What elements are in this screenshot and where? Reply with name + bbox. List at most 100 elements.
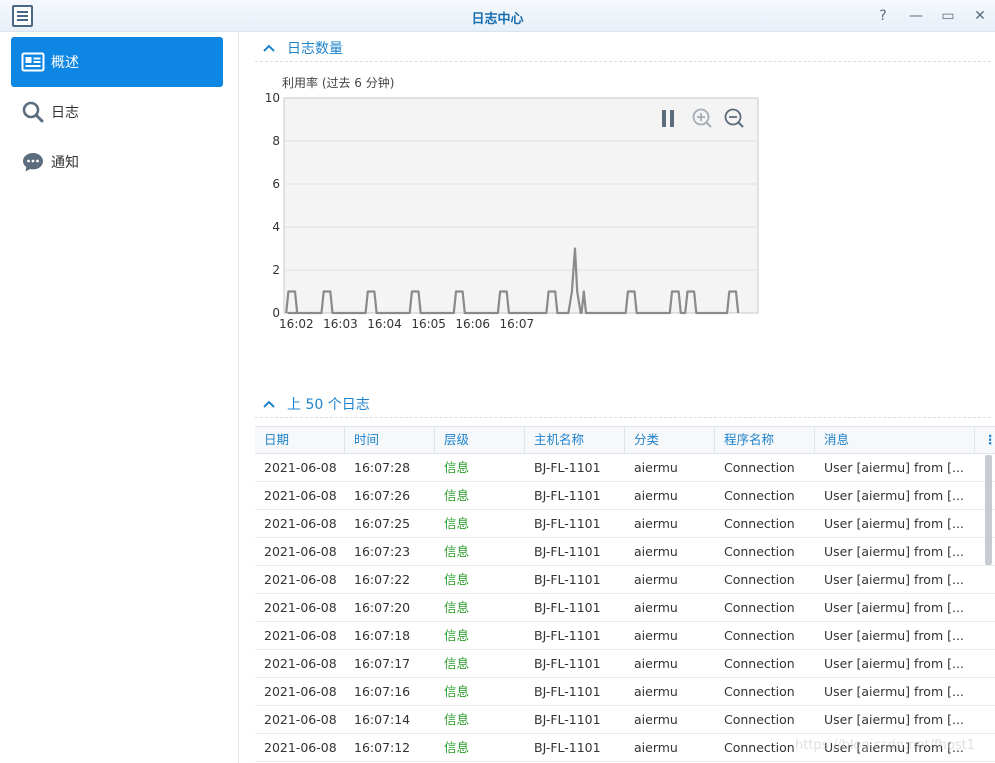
x-tick-label: 16:07 — [500, 317, 535, 331]
cell-date: 2021-06-08 — [264, 516, 337, 531]
close-button[interactable]: ✕ — [970, 6, 990, 26]
cell-level: 信息 — [444, 628, 470, 643]
cell-message: User [aiermu] from [... — [824, 572, 964, 587]
column-header-message[interactable]: 消息 — [815, 427, 975, 453]
cell-category: aiermu — [634, 628, 678, 643]
cell-time: 16:07:18 — [354, 628, 411, 643]
table-row[interactable]: 2021-06-08 16:07:23 信息 BJ-FL-1101 aiermu Conn… — [255, 538, 995, 566]
usage-chart: 0 2 4 6 8 10 16:02 16:03 16:04 16:05 16:06 16:07 — [260, 88, 770, 338]
y-tick-label: 2 — [272, 263, 280, 277]
cell-category: aiermu — [634, 712, 678, 727]
table-row[interactable]: 2021-06-08 16:07:17 信息 BJ-FL-1101 aiermu Conn… — [255, 650, 995, 678]
chart-plot-area — [283, 97, 759, 314]
cell-date: 2021-06-08 — [264, 572, 337, 587]
x-tick-label: 16:02 — [279, 317, 314, 331]
column-header-hostname[interactable]: 主机名称 — [525, 427, 625, 453]
cell-program: Connection — [724, 544, 795, 559]
window-titlebar: 日志中心 ? — ▭ ✕ — [0, 0, 995, 32]
x-tick-label: 16:06 — [455, 317, 490, 331]
cell-category: aiermu — [634, 572, 678, 587]
cell-program: Connection — [724, 488, 795, 503]
sidebar-item-logs[interactable]: 日志 — [11, 87, 223, 137]
cell-hostname: BJ-FL-1101 — [534, 740, 601, 755]
cell-message: User [aiermu] from [... — [824, 488, 964, 503]
cell-date: 2021-06-08 — [264, 656, 337, 671]
cell-category: aiermu — [634, 516, 678, 531]
cell-hostname: BJ-FL-1101 — [534, 656, 601, 671]
cell-message: User [aiermu] from [... — [824, 684, 964, 699]
x-tick-label: 16:05 — [411, 317, 446, 331]
cell-hostname: BJ-FL-1101 — [534, 488, 601, 503]
maximize-button[interactable]: ▭ — [938, 6, 958, 26]
minimize-button[interactable]: — — [906, 6, 926, 26]
chat-bubble-icon — [21, 150, 45, 174]
x-tick-label: 16:04 — [367, 317, 402, 331]
cell-level: 信息 — [444, 488, 470, 503]
watermark: https://blog.csdn.net/fhost1 — [795, 738, 975, 753]
cell-program: Connection — [724, 572, 795, 587]
cell-date: 2021-06-08 — [264, 740, 337, 755]
overview-icon — [21, 50, 45, 74]
cell-program: Connection — [724, 516, 795, 531]
chevron-up-icon — [263, 397, 281, 411]
cell-program: Connection — [724, 460, 795, 475]
x-tick-label: 16:03 — [323, 317, 358, 331]
cell-date: 2021-06-08 — [264, 488, 337, 503]
column-header-date[interactable]: 日期 — [255, 427, 345, 453]
cell-date: 2021-06-08 — [264, 684, 337, 699]
cell-message: User [aiermu] from [... — [824, 600, 964, 615]
section-title: 日志数量 — [287, 40, 343, 57]
table-scrollbar[interactable] — [985, 455, 992, 565]
table-row[interactable]: 2021-06-08 16:07:26 信息 BJ-FL-1101 aiermu Conn… — [255, 482, 995, 510]
cell-time: 16:07:28 — [354, 460, 411, 475]
column-header-category[interactable]: 分类 — [625, 427, 715, 453]
y-tick-label: 6 — [272, 177, 280, 191]
sidebar-item-overview[interactable]: 概述 — [11, 37, 223, 87]
table-row[interactable]: 2021-06-08 16:07:14 信息 BJ-FL-1101 aiermu Conn… — [255, 706, 995, 734]
cell-category: aiermu — [634, 488, 678, 503]
cell-hostname: BJ-FL-1101 — [534, 600, 601, 615]
cell-hostname: BJ-FL-1101 — [534, 628, 601, 643]
table-row[interactable]: 2021-06-08 16:07:18 信息 BJ-FL-1101 aiermu Conn… — [255, 622, 995, 650]
cell-date: 2021-06-08 — [264, 712, 337, 727]
cell-hostname: BJ-FL-1101 — [534, 516, 601, 531]
cell-level: 信息 — [444, 544, 470, 559]
table-row[interactable]: 2021-06-08 16:07:28 信息 BJ-FL-1101 aiermu Conn… — [255, 454, 995, 482]
table-row[interactable]: 2021-06-08 16:07:20 信息 BJ-FL-1101 aiermu Conn… — [255, 594, 995, 622]
log-count-section-header[interactable]: 日志数量 — [255, 34, 991, 62]
y-tick-label: 10 — [265, 91, 280, 105]
table-row[interactable]: 2021-06-08 16:07:16 信息 BJ-FL-1101 aiermu Conn… — [255, 678, 995, 706]
cell-time: 16:07:14 — [354, 712, 411, 727]
cell-time: 16:07:26 — [354, 488, 411, 503]
window-title: 日志中心 — [471, 12, 524, 27]
cell-message: User [aiermu] from [... — [824, 712, 964, 727]
table-body: 2021-06-08 16:07:28 信息 BJ-FL-1101 aiermu Conn… — [255, 454, 995, 762]
table-row[interactable]: 2021-06-08 16:07:22 信息 BJ-FL-1101 aiermu Conn… — [255, 566, 995, 594]
column-header-program[interactable]: 程序名称 — [715, 427, 815, 453]
table-header: 日期 时间 层级 主机名称 分类 程序名称 消息 ⋮ — [255, 426, 995, 454]
cell-message: User [aiermu] from [... — [824, 544, 964, 559]
y-tick-label: 8 — [272, 134, 280, 148]
log-table: 日期 时间 层级 主机名称 分类 程序名称 消息 ⋮ 2021-06-08 16:… — [255, 426, 995, 762]
cell-date: 2021-06-08 — [264, 628, 337, 643]
cell-category: aiermu — [634, 600, 678, 615]
chevron-up-icon — [263, 41, 281, 55]
cell-level: 信息 — [444, 600, 470, 615]
cell-level: 信息 — [444, 740, 470, 755]
pause-bar — [670, 110, 674, 127]
column-header-level[interactable]: 层级 — [435, 427, 525, 453]
column-options-icon[interactable]: ⋮ — [975, 427, 995, 453]
search-icon — [21, 100, 45, 124]
help-button[interactable]: ? — [873, 6, 893, 26]
sidebar-item-notifications[interactable]: 通知 — [11, 137, 223, 187]
cell-program: Connection — [724, 712, 795, 727]
table-row[interactable]: 2021-06-08 16:07:25 信息 BJ-FL-1101 aiermu Conn… — [255, 510, 995, 538]
cell-program: Connection — [724, 684, 795, 699]
cell-hostname: BJ-FL-1101 — [534, 684, 601, 699]
cell-time: 16:07:16 — [354, 684, 411, 699]
cell-time: 16:07:17 — [354, 656, 411, 671]
sidebar-item-label: 概述 — [51, 55, 79, 71]
sidebar-item-label: 通知 — [51, 155, 79, 171]
top-logs-section-header[interactable]: 上 50 个日志 — [255, 390, 991, 418]
column-header-time[interactable]: 时间 — [345, 427, 435, 453]
